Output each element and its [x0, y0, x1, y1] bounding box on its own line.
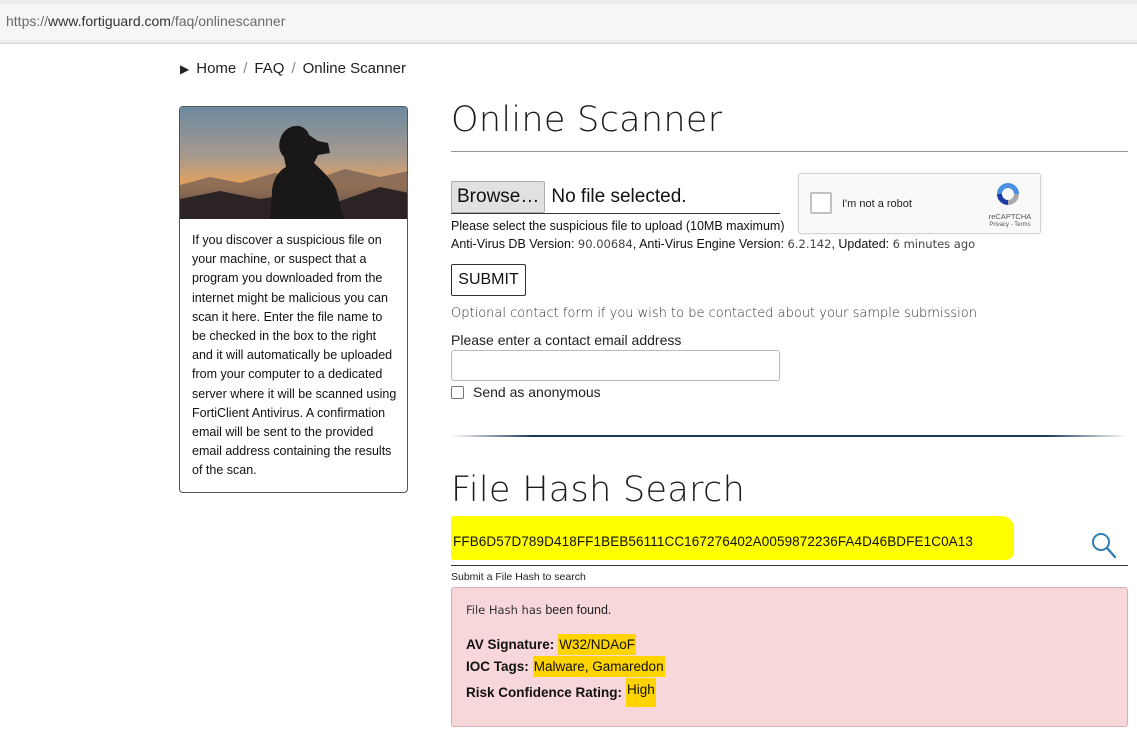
breadcrumb-faq-link[interactable]: FAQ — [254, 60, 284, 77]
browse-button[interactable]: Browse… — [451, 181, 546, 213]
anonymous-label: Send as anonymous — [473, 384, 601, 400]
title-divider — [451, 151, 1128, 152]
av-signature-label: AV Signature: — [466, 637, 555, 652]
breadcrumb-home-link[interactable]: Home — [196, 60, 236, 77]
ioc-tags-value: Malware, Gamaredon — [532, 656, 665, 677]
search-icon[interactable] — [1091, 532, 1117, 560]
recaptcha-links[interactable]: Privacy - Terms — [987, 222, 1033, 228]
binoculars-silhouette-image — [180, 107, 407, 219]
breadcrumb-separator: / — [291, 60, 296, 77]
risk-rating-value: High — [626, 678, 656, 707]
upload-hint: Please select the suspicious file to upl… — [451, 219, 785, 233]
hash-input-value[interactable]: FFB6D57D789D418FF1BEB56111CC167276402A00… — [453, 534, 973, 549]
risk-rating-label: Risk Confidence Rating: — [466, 685, 623, 700]
av-signature-value: W32/NDAoF — [558, 634, 637, 655]
recaptcha-terms-link[interactable]: Terms — [1014, 222, 1030, 228]
sidebar-info-card: If you discover a suspicious file on you… — [179, 106, 408, 493]
hash-result-alert: File Hash has been found. AV Signature: W… — [451, 587, 1128, 727]
section-divider — [451, 435, 1127, 437]
hash-search-title: File Hash Search — [451, 470, 746, 510]
hash-search-hint: Submit a File Hash to search — [451, 571, 586, 583]
ioc-tags-label: IOC Tags: — [466, 659, 529, 674]
submit-button[interactable]: SUBMIT — [451, 264, 526, 296]
browser-address-bar[interactable]: https://www.fortiguard.com/faq/onlinesca… — [0, 0, 1137, 44]
breadcrumb-separator: / — [243, 60, 248, 77]
optional-contact-text: Optional contact form if you wish to be … — [451, 306, 977, 321]
anonymous-checkbox[interactable] — [451, 385, 464, 399]
sidebar-description: If you discover a suspicious file on you… — [192, 233, 397, 478]
recaptcha-brand: reCAPTCHA — [988, 212, 1032, 221]
antivirus-version-info: Anti-Virus DB Version: 90.00684, Anti-Vi… — [451, 237, 976, 251]
page-title: Online Scanner — [451, 100, 723, 140]
risk-rating-row: Risk Confidence Rating: High — [466, 678, 656, 707]
recaptcha-label: I'm not a robot — [842, 198, 912, 210]
breadcrumb-current: Online Scanner — [302, 60, 407, 77]
send-anonymous-option[interactable]: Send as anonymous — [451, 384, 601, 400]
email-label: Please enter a contact email address — [451, 332, 682, 348]
recaptcha-logo-icon — [997, 183, 1019, 205]
url-text[interactable]: https://www.fortiguard.com/faq/onlinesca… — [6, 13, 285, 29]
ioc-tags-row: IOC Tags: Malware, Gamaredon — [466, 656, 665, 677]
email-field[interactable] — [451, 350, 780, 381]
file-input[interactable]: Browse… No file selected. — [451, 181, 780, 214]
breadcrumb-arrow-icon: ▶ — [180, 61, 190, 76]
file-status: No file selected. — [551, 186, 687, 207]
breadcrumb: ▶ Home / FAQ / Online Scanner — [180, 60, 406, 77]
hash-search-field[interactable]: FFB6D57D789D418FF1BEB56111CC167276402A00… — [451, 515, 1128, 566]
recaptcha-checkbox[interactable] — [810, 192, 832, 214]
av-signature-row: AV Signature: W32/NDAoF — [466, 634, 637, 655]
recaptcha-privacy-link[interactable]: Privacy — [989, 222, 1009, 228]
recaptcha-widget: I'm not a robot reCAPTCHA Privacy - Term… — [798, 173, 1041, 234]
result-status: File Hash has been found. — [466, 603, 612, 617]
